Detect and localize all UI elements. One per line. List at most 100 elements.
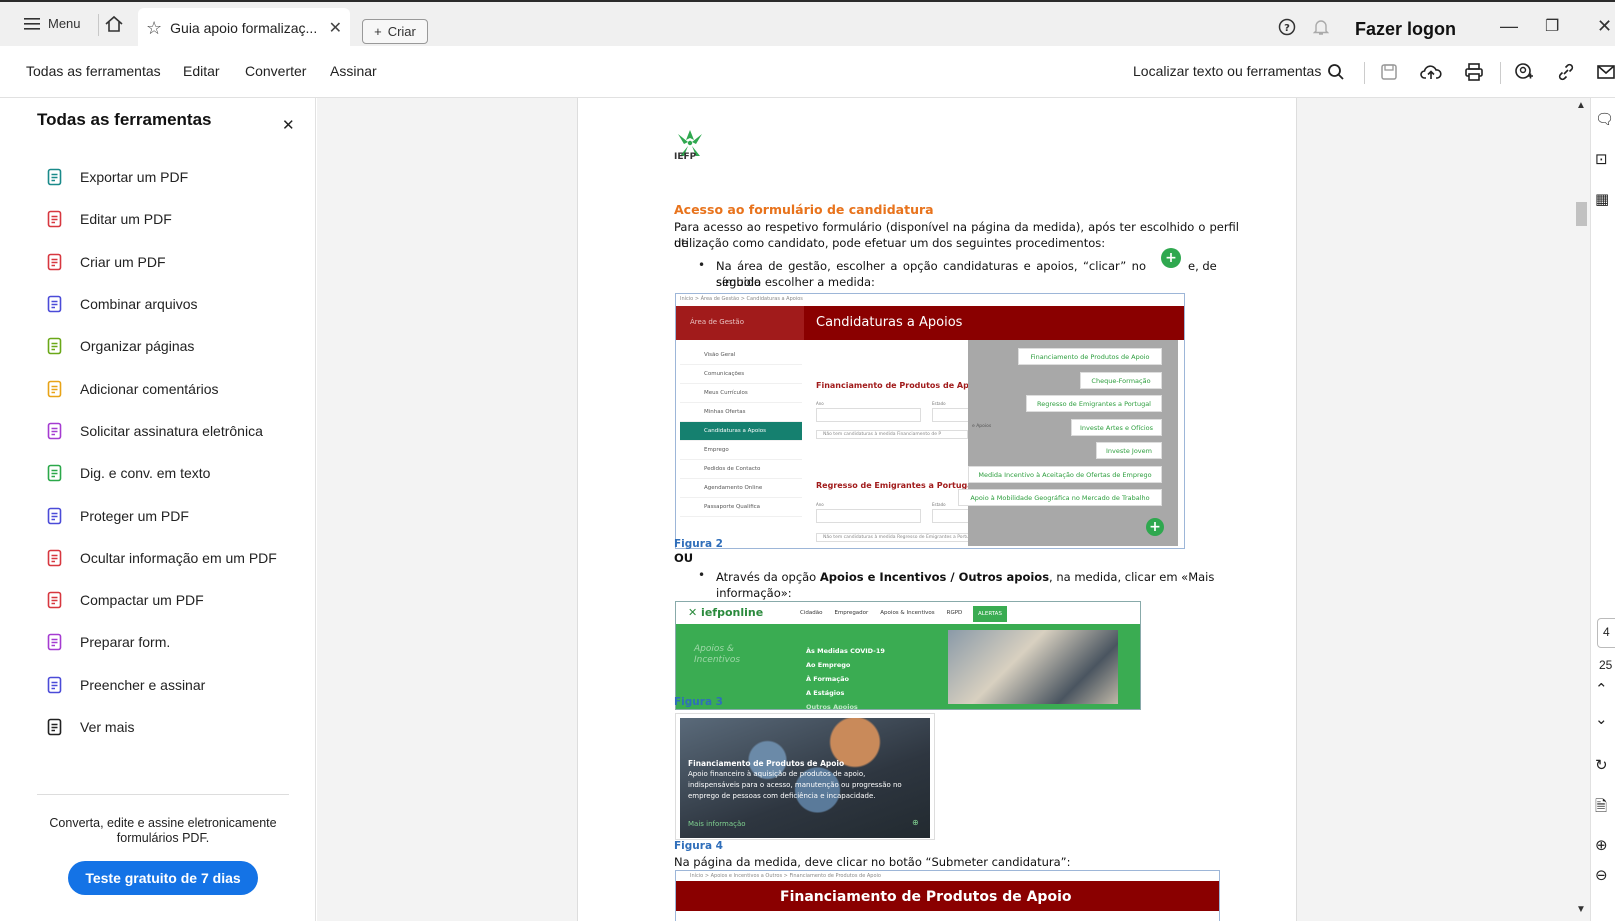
measure-option: Regresso de Emigrantes a Portugal: [1026, 395, 1162, 412]
zoom-in-icon[interactable]: ⊕: [1595, 836, 1608, 854]
star-icon[interactable]: ☆: [146, 18, 162, 39]
restore-icon[interactable]: ❐: [1545, 16, 1559, 36]
find-tools-label[interactable]: Localizar texto ou ferramentas: [1133, 63, 1321, 79]
scroll-down-icon[interactable]: ▼: [1576, 904, 1586, 915]
chevron-down-icon[interactable]: ⌄: [1595, 710, 1608, 728]
main-toolbar: Todas as ferramentas Editar Converter As…: [0, 46, 1615, 98]
close-panel-icon[interactable]: ✕: [282, 116, 295, 134]
scroll-up-icon[interactable]: ▲: [1576, 100, 1586, 111]
side-menu-item: Emprego: [680, 441, 802, 460]
section-title: Financiamento de Produtos de Apoio: [816, 381, 983, 390]
vertical-scrollbar[interactable]: ▲ ▼: [1573, 98, 1590, 921]
svg-text:?: ?: [1284, 23, 1290, 34]
add-plus-icon: +: [1146, 518, 1164, 536]
page-total: 25: [1599, 658, 1613, 672]
bookmark-icon[interactable]: ⊡: [1595, 150, 1608, 168]
figure-3-caption: Figura 3: [674, 696, 723, 708]
tool-item[interactable]: Combinar arquivos: [44, 283, 277, 325]
tool-item[interactable]: Editar um PDF: [44, 198, 277, 240]
tab-convert[interactable]: Converter: [245, 63, 306, 79]
tool-label: Criar um PDF: [80, 253, 166, 270]
close-window-icon[interactable]: ✕: [1597, 16, 1612, 37]
help-icon[interactable]: ?: [1278, 18, 1296, 41]
side-menu-item: Visão Geral: [680, 346, 802, 365]
site-nav-item: Apoios & Incentivos: [880, 610, 935, 616]
tab-edit[interactable]: Editar: [183, 63, 220, 79]
tool-label: Ocultar informação em um PDF: [80, 549, 277, 566]
thumbnails-icon[interactable]: ▦: [1595, 190, 1609, 208]
card-text: Financiamento de Produtos de Apoio Apoio …: [688, 758, 918, 802]
measure-option: Medida Incentivo à Aceitação de Ofertas …: [968, 466, 1162, 483]
year-input: [816, 408, 921, 422]
tool-item[interactable]: Proteger um PDF: [44, 494, 277, 536]
page-banner: Financiamento de Produtos de Apoio: [676, 881, 1219, 911]
save-icon[interactable]: [1375, 58, 1403, 86]
field-label: Estado: [932, 502, 946, 507]
figure-2-caption: Figura 2: [674, 538, 723, 550]
tool-item[interactable]: Preparar form.: [44, 621, 277, 663]
final-line: Na página da medida, deve clicar no botã…: [674, 855, 1071, 869]
protect-pdf-icon: [44, 505, 66, 527]
prepare-form-icon: [44, 631, 66, 653]
zoom-out-icon[interactable]: ⊖: [1595, 866, 1608, 884]
create-button[interactable]: + Criar: [362, 19, 428, 44]
tool-item[interactable]: Ver mais: [44, 706, 277, 748]
bullet2-pre: Através da opção: [716, 570, 820, 584]
tool-item[interactable]: Adicionar comentários: [44, 367, 277, 409]
divider: [98, 14, 99, 36]
tool-item[interactable]: Ocultar informação em um PDF: [44, 537, 277, 579]
side-header: Área de Gestão: [676, 306, 804, 340]
promo-text: Converta, edite e assine eletronicamente…: [49, 816, 277, 845]
business-people-photo: [948, 630, 1118, 704]
figure-3-image: ✕ iefponline Cidadão Empregador Apoios & I…: [675, 601, 1141, 710]
chevron-up-icon[interactable]: ⌃: [1595, 680, 1608, 698]
figure-4-image: Financiamento de Produtos de Apoio Apoio …: [675, 713, 935, 840]
export-pdf-icon: [44, 166, 66, 188]
fill-sign-icon: [44, 674, 66, 696]
document-tab[interactable]: ☆ Guia apoio formalizaç... ✕: [138, 8, 350, 48]
sign-in-button[interactable]: Fazer logon: [1355, 19, 1456, 40]
divider: [1364, 62, 1365, 84]
page-doc-icon[interactable]: 🗎: [1595, 796, 1607, 821]
section-title: Apoios & Incentivos: [694, 644, 740, 666]
card-title: Financiamento de Produtos de Apoio: [688, 759, 845, 768]
tab-sign[interactable]: Assinar: [330, 63, 377, 79]
print-icon[interactable]: [1460, 58, 1488, 86]
tool-label: Dig. e conv. em texto: [80, 465, 211, 482]
tool-label: Preencher e assinar: [80, 676, 206, 693]
close-tab-icon[interactable]: ✕: [329, 18, 342, 38]
page-number-input[interactable]: 4: [1597, 618, 1615, 648]
menu-label: Menu: [48, 16, 81, 31]
menu-button[interactable]: Menu: [24, 16, 81, 31]
field-label: Ano: [816, 401, 824, 406]
email-icon[interactable]: [1592, 58, 1615, 86]
tool-item[interactable]: Solicitar assinatura eletrônica: [44, 410, 277, 452]
site-nav-item: RGPD: [946, 610, 963, 616]
tool-item[interactable]: Exportar um PDF: [44, 156, 277, 198]
notification-bell-icon[interactable]: [1312, 18, 1330, 41]
search-icon[interactable]: [1322, 58, 1350, 86]
upload-cloud-icon[interactable]: [1417, 58, 1445, 86]
free-trial-button[interactable]: Teste gratuito de 7 dias: [68, 861, 258, 895]
link-icon[interactable]: [1552, 58, 1580, 86]
tool-item[interactable]: Criar um PDF: [44, 241, 277, 283]
tab-all-tools[interactable]: Todas as ferramentas: [26, 63, 161, 79]
field-label: Estado: [932, 401, 946, 406]
right-rail: 🗨 ⊡ ▦ 4 25 ⌃ ⌄ ↻ 🗎 ⊕ ⊖: [1590, 98, 1615, 921]
tool-item[interactable]: Organizar páginas: [44, 325, 277, 367]
tool-item[interactable]: Dig. e conv. em texto: [44, 452, 277, 494]
share-user-icon[interactable]: [1510, 58, 1538, 86]
tool-item[interactable]: Preencher e assinar: [44, 664, 277, 706]
submenu-link: Ao Emprego: [806, 661, 851, 669]
bullet-dot: •: [698, 258, 706, 272]
home-icon[interactable]: [104, 15, 124, 38]
scroll-thumb[interactable]: [1576, 202, 1587, 226]
tool-item[interactable]: Compactar um PDF: [44, 579, 277, 621]
section-heading: Acesso ao formulário de candidatura: [674, 202, 934, 217]
minimize-icon[interactable]: —: [1500, 16, 1518, 37]
arrow-circle-icon: ⊕: [912, 818, 919, 827]
side-menu: Visão Geral Comunicações Meus Currículos Mi…: [680, 346, 802, 517]
comment-icon[interactable]: 🗨: [1595, 110, 1614, 128]
rotate-icon[interactable]: ↻: [1595, 756, 1608, 774]
more-info-link: Mais informação: [688, 820, 746, 828]
